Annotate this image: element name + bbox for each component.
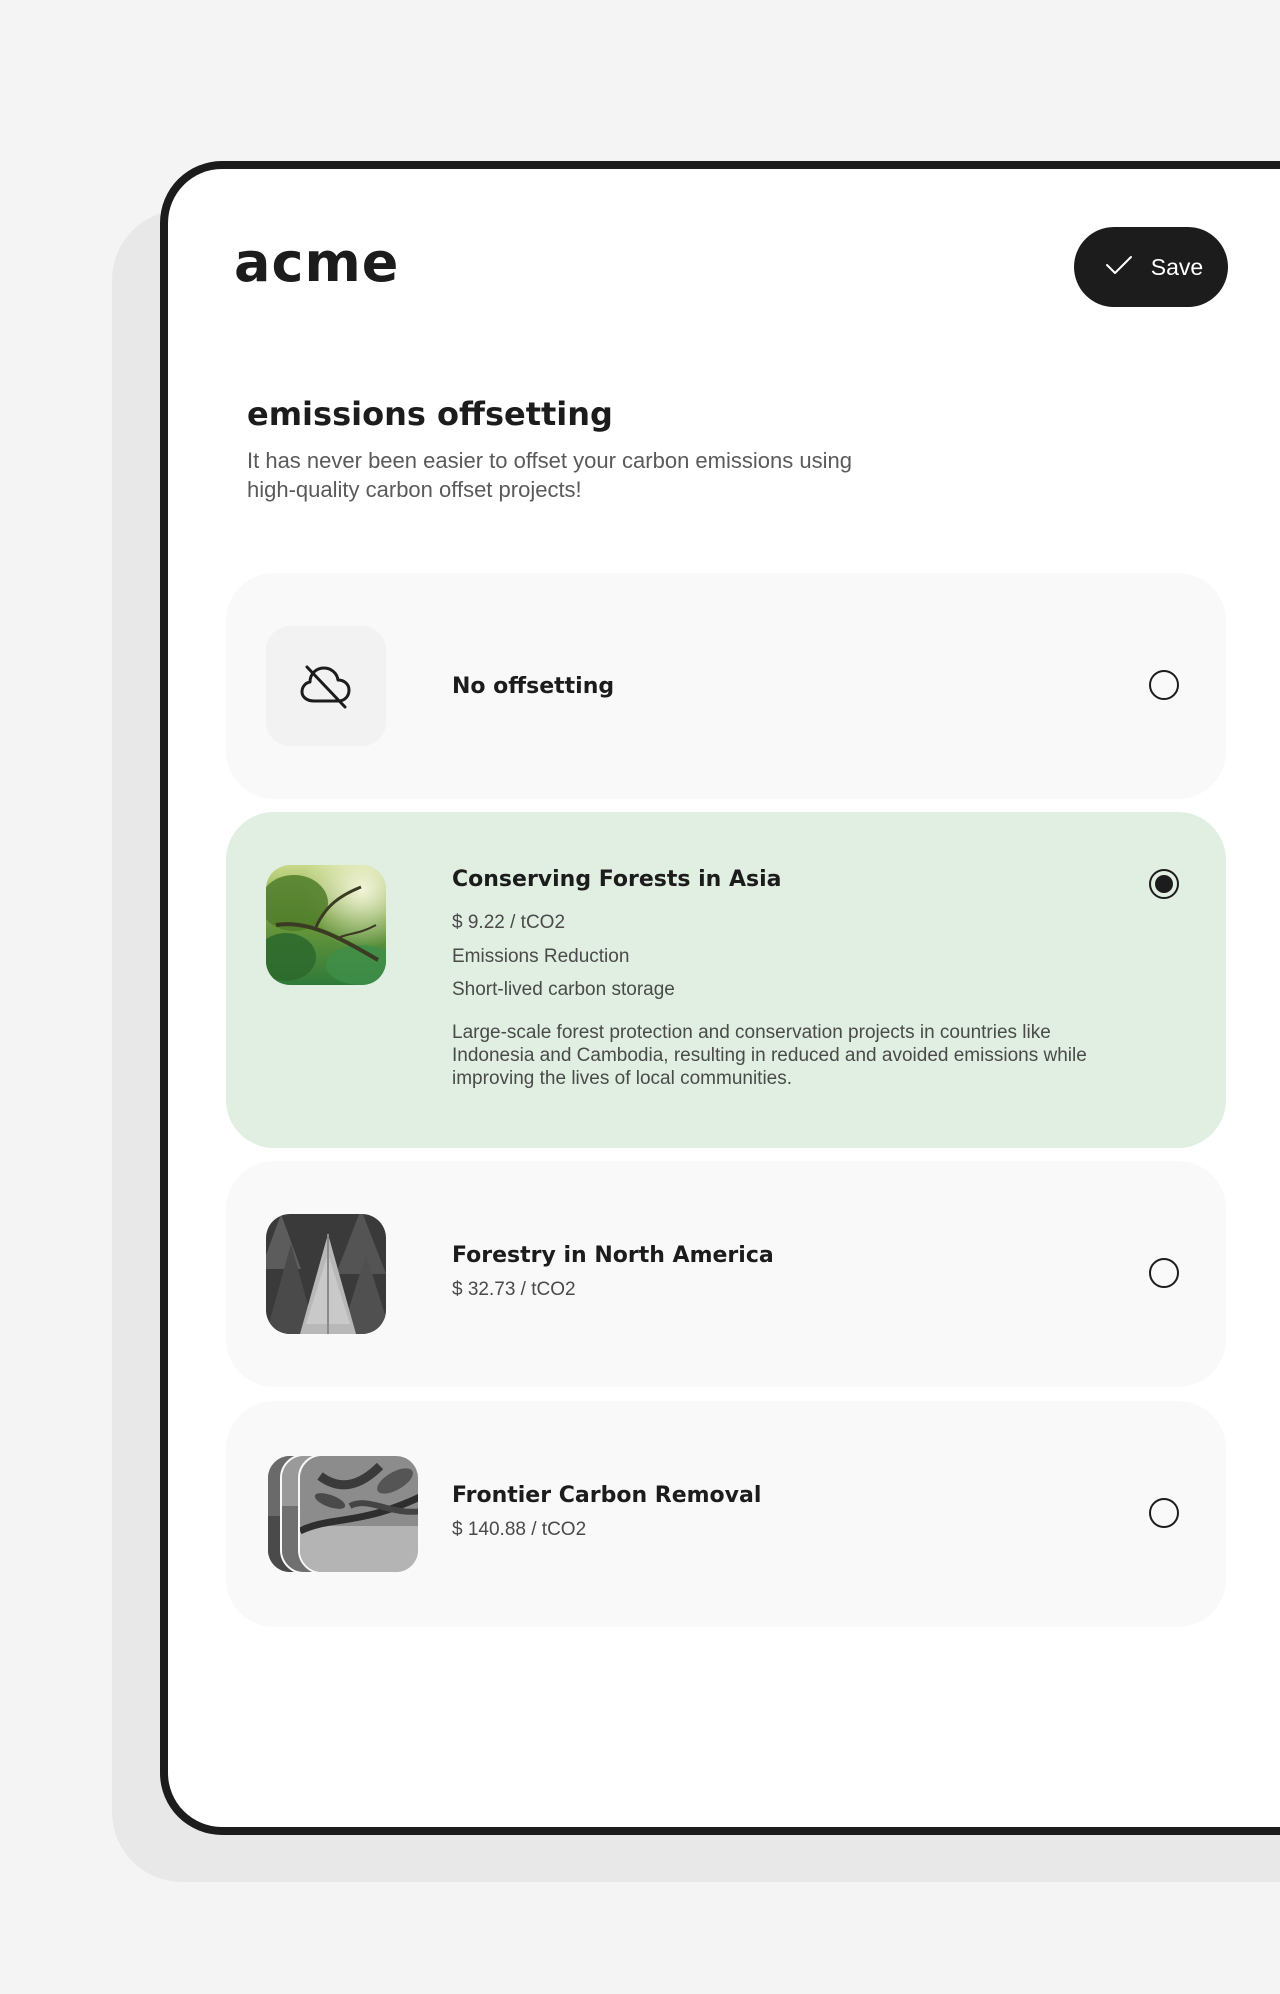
- option-card-no-offsetting[interactable]: No offsetting: [226, 573, 1226, 799]
- option-tag: Short-lived carbon storage: [452, 979, 675, 1000]
- brand-logo: acme: [234, 231, 400, 294]
- save-button[interactable]: Save: [1074, 227, 1228, 307]
- check-icon: [1105, 255, 1133, 280]
- option-card-forestry-north-america[interactable]: Forestry in North America $ 32.73 / tCO2: [226, 1161, 1226, 1387]
- radio-no-offsetting[interactable]: [1149, 670, 1179, 700]
- option-title: Frontier Carbon Removal: [452, 1483, 762, 1508]
- option-price: $ 32.73 / tCO2: [452, 1279, 576, 1300]
- app-window: acme Save emissions offsetting It has ne…: [160, 161, 1280, 1835]
- option-title: No offsetting: [452, 674, 615, 699]
- option-card-conserving-forests-asia[interactable]: Conserving Forests in Asia $ 9.22 / tCO2…: [226, 812, 1226, 1148]
- option-description: Large-scale forest protection and conser…: [452, 1022, 1087, 1089]
- option-price: $ 9.22 / tCO2: [452, 912, 566, 933]
- page-subtitle: It has never been easier to offset your …: [247, 448, 852, 502]
- stacked-images: [266, 1454, 420, 1574]
- forest-image: [266, 865, 386, 985]
- radio-conserving-forests-asia[interactable]: [1149, 869, 1179, 899]
- option-tag: Emissions Reduction: [452, 946, 630, 967]
- page-title: emissions offsetting: [247, 395, 613, 433]
- option-card-frontier-carbon-removal[interactable]: Frontier Carbon Removal $ 140.88 / tCO2: [226, 1401, 1226, 1627]
- option-title: Forestry in North America: [452, 1243, 774, 1268]
- option-title: Conserving Forests in Asia: [452, 867, 782, 892]
- option-price: $ 140.88 / tCO2: [452, 1519, 587, 1540]
- kelp-image: [298, 1454, 420, 1574]
- radio-forestry-north-america[interactable]: [1149, 1258, 1179, 1288]
- radio-frontier-carbon-removal[interactable]: [1149, 1498, 1179, 1528]
- save-button-label: Save: [1150, 253, 1204, 280]
- conifer-forest-image: [266, 1214, 386, 1334]
- cloud-off-icon: [266, 626, 386, 746]
